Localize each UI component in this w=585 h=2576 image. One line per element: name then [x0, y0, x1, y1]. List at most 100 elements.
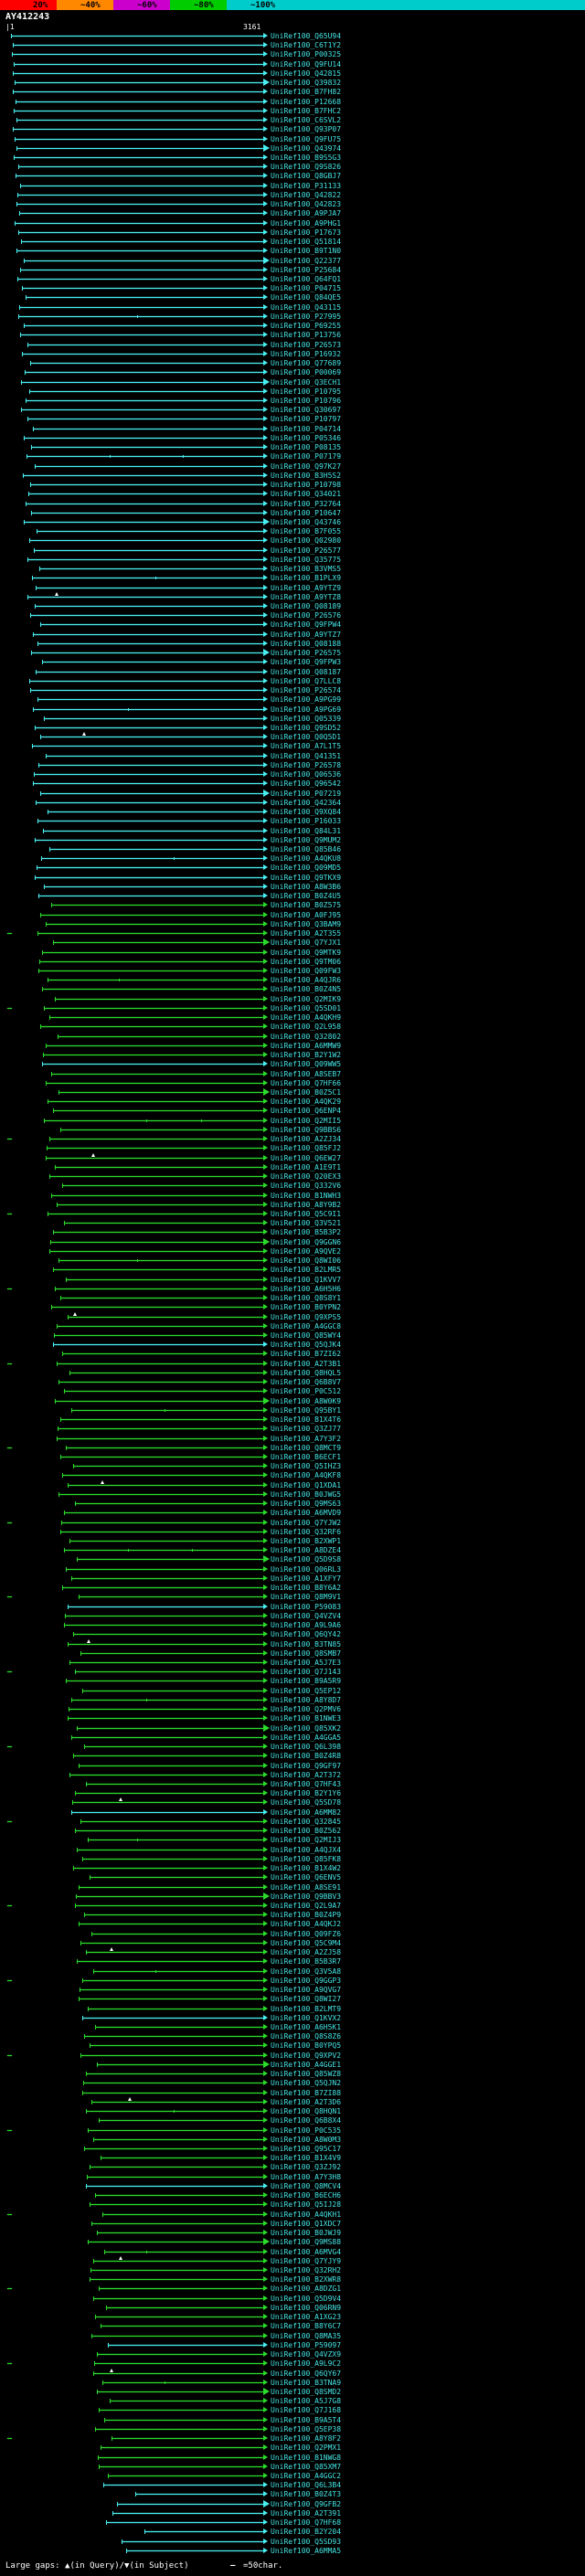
hit-row[interactable]: UniRef100_A9YTZ7: [0, 630, 585, 639]
hit-label[interactable]: UniRef100_Q3ECH1: [271, 378, 341, 387]
hit-row[interactable]: UniRef100_Q85B46: [0, 844, 585, 853]
hit-row[interactable]: UniRef100_Q7J168: [0, 2405, 585, 2414]
hit-row[interactable]: UniRef100_A1XFY7: [0, 1574, 585, 1583]
hit-row[interactable]: UniRef100_Q64FQ1: [0, 274, 585, 283]
hit-label[interactable]: UniRef100_Q9XPV2: [271, 2051, 341, 2060]
hit-label[interactable]: UniRef100_P32764: [271, 500, 341, 508]
hit-row[interactable]: UniRef100_A2ZJ58: [0, 1947, 585, 1956]
hit-label[interactable]: UniRef100_P26576: [271, 611, 341, 620]
hit-label[interactable]: UniRef100_P08135: [271, 443, 341, 451]
hit-label[interactable]: UniRef100_A5J7G8: [271, 2397, 341, 2405]
hit-row[interactable]: UniRef100_Q5IJ28: [0, 2200, 585, 2209]
hit-row[interactable]: UniRef100_Q8WI06: [0, 1256, 585, 1265]
hit-label[interactable]: UniRef100_Q42823: [271, 200, 341, 208]
hit-label[interactable]: UniRef100_B1NWH3: [271, 1192, 341, 1200]
hit-label[interactable]: UniRef100_Q9XPS5: [271, 1313, 341, 1321]
hit-label[interactable]: UniRef100_Q41351: [271, 752, 341, 760]
hit-row[interactable]: UniRef100_B7FH82: [0, 87, 585, 96]
hit-row[interactable]: UniRef100_Q2L958: [0, 1022, 585, 1031]
hit-row[interactable]: UniRef100_Q0Q5D1: [0, 732, 585, 741]
hit-row[interactable]: UniRef100_Q9FU75: [0, 134, 585, 143]
hit-row[interactable]: UniRef100_Q5EP12: [0, 1686, 585, 1695]
hit-label[interactable]: UniRef100_A6MMW9: [271, 1042, 341, 1050]
hit-row[interactable]: UniRef100_A6MMA5: [0, 2546, 585, 2555]
hit-row[interactable]: UniRef100_Q9FPW3: [0, 657, 585, 666]
hit-label[interactable]: UniRef100_Q2MII5: [271, 1117, 341, 1125]
hit-label[interactable]: UniRef100_Q2MIJ3: [271, 1836, 341, 1844]
hit-label[interactable]: UniRef100_Q65U94: [271, 32, 341, 40]
hit-row[interactable]: UniRef100_Q6QY67: [0, 2368, 585, 2378]
hit-row[interactable]: UniRef100_Q7LLC8: [0, 676, 585, 685]
hit-label[interactable]: UniRef100_P10795: [271, 387, 341, 396]
hit-row[interactable]: UniRef100_Q2L9A7: [0, 1901, 585, 1910]
hit-row[interactable]: UniRef100_A8Y9B2: [0, 1200, 585, 1209]
hit-row[interactable]: UniRef100_A6H5K1: [0, 2022, 585, 2031]
hit-label[interactable]: UniRef100_A4QKJ2: [271, 1920, 341, 1928]
hit-row[interactable]: UniRef100_Q332V6: [0, 1181, 585, 1190]
hit-row[interactable]: UniRef100_P17673: [0, 228, 585, 237]
hit-row[interactable]: UniRef100_P07219: [0, 789, 585, 798]
hit-label[interactable]: UniRef100_Q20EX3: [271, 1172, 341, 1181]
hit-row[interactable]: UniRef100_Q85WY4: [0, 1330, 585, 1340]
hit-row[interactable]: UniRef100_B7ZI88: [0, 2088, 585, 2097]
hit-row[interactable]: UniRef100_B5B3R7: [0, 1956, 585, 1966]
hit-row[interactable]: UniRef100_P32764: [0, 499, 585, 508]
hit-label[interactable]: UniRef100_Q9GF97: [271, 1762, 341, 1770]
hit-row[interactable]: UniRef100_C6T1Y2: [0, 40, 585, 49]
hit-row[interactable]: UniRef100_Q84L31: [0, 826, 585, 835]
hit-label[interactable]: UniRef100_Q8MCT9: [271, 1444, 341, 1452]
hit-row[interactable]: UniRef100_A8Y8F2: [0, 2433, 585, 2443]
hit-label[interactable]: UniRef100_Q08188: [271, 640, 341, 648]
hit-label[interactable]: UniRef100_A6H5H6: [271, 1285, 341, 1293]
hit-label[interactable]: UniRef100_B1NWE3: [271, 1714, 341, 1723]
hit-label[interactable]: UniRef100_Q5C9M4: [271, 1939, 341, 1947]
hit-row[interactable]: UniRef100_Q4VZX9: [0, 2349, 585, 2359]
hit-label[interactable]: UniRef100_A4GGE1: [271, 2061, 341, 2069]
hit-row[interactable]: UniRef100_P59083: [0, 1602, 585, 1611]
hit-row[interactable]: UniRef100_A4GGA5: [0, 1733, 585, 1742]
hit-label[interactable]: UniRef100_A4QKH1: [271, 2210, 341, 2219]
hit-label[interactable]: UniRef100_Q7LLC8: [271, 677, 341, 685]
hit-row[interactable]: UniRef100_Q6EW27: [0, 1152, 585, 1162]
hit-label[interactable]: UniRef100_B9S5G3: [271, 154, 341, 162]
hit-label[interactable]: UniRef100_Q84L31: [271, 827, 341, 835]
hit-row[interactable]: UniRef100_A4QKF8: [0, 1470, 585, 1479]
hit-row[interactable]: UniRef100_Q39832: [0, 78, 585, 87]
hit-row[interactable]: UniRef100_Q5SD01: [0, 1003, 585, 1012]
hit-row[interactable]: UniRef100_Q51814: [0, 237, 585, 246]
hit-row[interactable]: UniRef100_Q7YJY9: [0, 2255, 585, 2265]
hit-row[interactable]: UniRef100_B2XWP1: [0, 1536, 585, 1545]
hit-row[interactable]: UniRef100_Q34021: [0, 489, 585, 498]
hit-row[interactable]: UniRef100_Q09WW5: [0, 1059, 585, 1068]
hit-row[interactable]: UniRef100_P59097: [0, 2340, 585, 2349]
hit-label[interactable]: UniRef100_Q95C17: [271, 2145, 341, 2153]
hit-label[interactable]: UniRef100_P07179: [271, 452, 341, 461]
hit-row[interactable]: UniRef100_A4QKU8: [0, 853, 585, 863]
hit-row[interactable]: UniRef100_Q77689: [0, 358, 585, 367]
hit-row[interactable]: UniRef100_Q08187: [0, 667, 585, 676]
hit-label[interactable]: UniRef100_A9PG99: [271, 695, 341, 704]
hit-label[interactable]: UniRef100_Q93P07: [271, 125, 341, 133]
hit-label[interactable]: UniRef100_C6SVL2: [271, 116, 341, 124]
hit-label[interactable]: UniRef100_Q35775: [271, 556, 341, 564]
hit-row[interactable]: UniRef100_Q32RF6: [0, 1527, 585, 1536]
hit-row[interactable]: UniRef100_Q9TM06: [0, 957, 585, 966]
hit-label[interactable]: UniRef100_Q3ZJ77: [271, 1425, 341, 1433]
hit-label[interactable]: UniRef100_Q95BY1: [271, 1406, 341, 1415]
hit-label[interactable]: UniRef100_Q3V521: [271, 1219, 341, 1227]
hit-row[interactable]: UniRef100_Q32845: [0, 1817, 585, 1826]
hit-label[interactable]: UniRef100_Q6ENV5: [271, 1873, 341, 1882]
hit-row[interactable]: UniRef100_B0Z4N5: [0, 984, 585, 993]
hit-row[interactable]: UniRef100_Q8GBJ7: [0, 171, 585, 180]
hit-label[interactable]: UniRef100_P59083: [271, 1603, 341, 1611]
hit-row[interactable]: UniRef100_A8Y8D7: [0, 1695, 585, 1704]
hit-label[interactable]: UniRef100_Q7HF68: [271, 2518, 341, 2527]
hit-label[interactable]: UniRef100_Q32802: [271, 1033, 341, 1041]
hit-row[interactable]: UniRef100_Q06RN9: [0, 2303, 585, 2312]
hit-label[interactable]: UniRef100_Q8SMB7: [271, 1649, 341, 1658]
hit-label[interactable]: UniRef100_Q77689: [271, 359, 341, 367]
hit-row[interactable]: UniRef100_Q9XQ84: [0, 807, 585, 816]
hit-row[interactable]: UniRef100_P16932: [0, 349, 585, 358]
hit-row[interactable]: UniRef100_Q5QJN2: [0, 2078, 585, 2087]
hit-row[interactable]: UniRef100_B2Y204: [0, 2527, 585, 2536]
